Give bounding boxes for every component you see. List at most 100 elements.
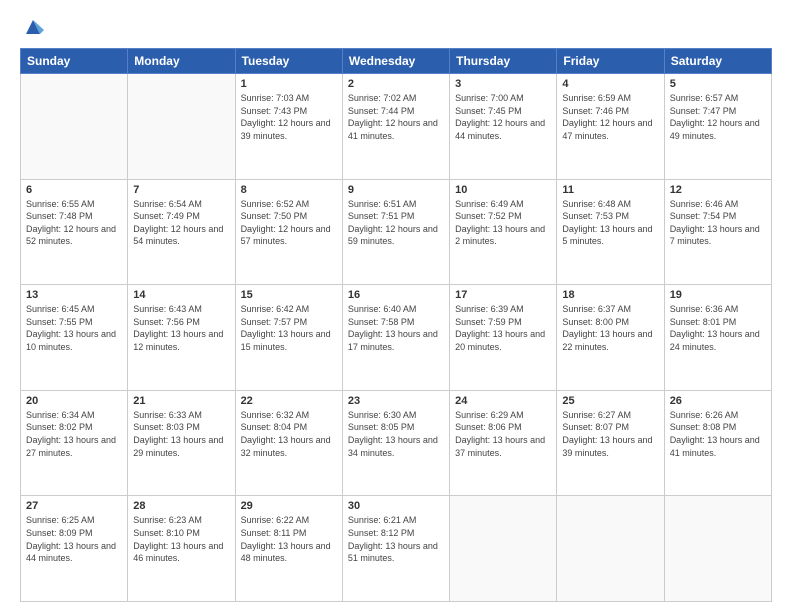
day-info: Sunrise: 7:00 AM Sunset: 7:45 PM Dayligh…	[455, 92, 551, 142]
day-info: Sunrise: 6:36 AM Sunset: 8:01 PM Dayligh…	[670, 303, 766, 353]
calendar-cell: 29 Sunrise: 6:22 AM Sunset: 8:11 PM Dayli…	[235, 496, 342, 602]
day-number: 24	[455, 395, 551, 407]
calendar-cell: 10 Sunrise: 6:49 AM Sunset: 7:52 PM Dayli…	[450, 179, 557, 285]
day-info: Sunrise: 6:52 AM Sunset: 7:50 PM Dayligh…	[241, 198, 337, 248]
calendar-table: SundayMondayTuesdayWednesdayThursdayFrid…	[20, 48, 772, 602]
calendar-week-row: 20 Sunrise: 6:34 AM Sunset: 8:02 PM Dayli…	[21, 390, 772, 496]
day-info: Sunrise: 6:29 AM Sunset: 8:06 PM Dayligh…	[455, 409, 551, 459]
calendar-cell	[450, 496, 557, 602]
day-info: Sunrise: 6:59 AM Sunset: 7:46 PM Dayligh…	[562, 92, 658, 142]
calendar-week-row: 6 Sunrise: 6:55 AM Sunset: 7:48 PM Daylig…	[21, 179, 772, 285]
header	[20, 16, 772, 38]
day-info: Sunrise: 6:51 AM Sunset: 7:51 PM Dayligh…	[348, 198, 444, 248]
calendar-cell: 12Sunrise: 6:46 AM Sunset: 7:54 PM Dayli…	[664, 179, 771, 285]
calendar-cell	[664, 496, 771, 602]
day-info: Sunrise: 6:25 AM Sunset: 8:09 PM Dayligh…	[26, 514, 122, 564]
logo	[20, 16, 44, 38]
calendar-cell: 13Sunrise: 6:45 AM Sunset: 7:55 PM Dayli…	[21, 285, 128, 391]
calendar-cell: 6 Sunrise: 6:55 AM Sunset: 7:48 PM Daylig…	[21, 179, 128, 285]
calendar-cell: 30 Sunrise: 6:21 AM Sunset: 8:12 PM Dayli…	[342, 496, 449, 602]
calendar-cell: 3 Sunrise: 7:00 AM Sunset: 7:45 PM Daylig…	[450, 74, 557, 180]
calendar-cell	[557, 496, 664, 602]
calendar-day-header: Wednesday	[342, 49, 449, 74]
calendar-cell: 17 Sunrise: 6:39 AM Sunset: 7:59 PM Dayli…	[450, 285, 557, 391]
day-info: Sunrise: 6:22 AM Sunset: 8:11 PM Dayligh…	[241, 514, 337, 564]
calendar-cell: 16Sunrise: 6:40 AM Sunset: 7:58 PM Dayli…	[342, 285, 449, 391]
calendar-cell: 19 Sunrise: 6:36 AM Sunset: 8:01 PM Dayli…	[664, 285, 771, 391]
day-number: 23	[348, 395, 444, 407]
day-info: Sunrise: 6:45 AM Sunset: 7:55 PM Dayligh…	[26, 303, 122, 353]
calendar-cell: 24 Sunrise: 6:29 AM Sunset: 8:06 PM Dayli…	[450, 390, 557, 496]
day-number: 11	[562, 184, 658, 196]
day-number: 27	[26, 500, 122, 512]
day-info: Sunrise: 6:48 AM Sunset: 7:53 PM Dayligh…	[562, 198, 658, 248]
calendar-cell: 21 Sunrise: 6:33 AM Sunset: 8:03 PM Dayli…	[128, 390, 235, 496]
calendar-cell: 11 Sunrise: 6:48 AM Sunset: 7:53 PM Dayli…	[557, 179, 664, 285]
day-number: 1	[241, 78, 337, 90]
day-info: Sunrise: 6:40 AM Sunset: 7:58 PM Dayligh…	[348, 303, 444, 353]
day-number: 8	[241, 184, 337, 196]
calendar-day-header: Thursday	[450, 49, 557, 74]
day-info: Sunrise: 6:32 AM Sunset: 8:04 PM Dayligh…	[241, 409, 337, 459]
calendar-week-row: 27 Sunrise: 6:25 AM Sunset: 8:09 PM Dayli…	[21, 496, 772, 602]
calendar-header-row: SundayMondayTuesdayWednesdayThursdayFrid…	[21, 49, 772, 74]
calendar-day-header: Tuesday	[235, 49, 342, 74]
day-number: 12	[670, 184, 766, 196]
calendar-cell	[128, 74, 235, 180]
day-number: 2	[348, 78, 444, 90]
calendar-cell: 1 Sunrise: 7:03 AM Sunset: 7:43 PM Daylig…	[235, 74, 342, 180]
day-info: Sunrise: 6:21 AM Sunset: 8:12 PM Dayligh…	[348, 514, 444, 564]
day-info: Sunrise: 6:54 AM Sunset: 7:49 PM Dayligh…	[133, 198, 229, 248]
day-number: 4	[562, 78, 658, 90]
day-info: Sunrise: 7:02 AM Sunset: 7:44 PM Dayligh…	[348, 92, 444, 142]
calendar-cell: 14Sunrise: 6:43 AM Sunset: 7:56 PM Dayli…	[128, 285, 235, 391]
calendar-cell: 27 Sunrise: 6:25 AM Sunset: 8:09 PM Dayli…	[21, 496, 128, 602]
day-info: Sunrise: 6:27 AM Sunset: 8:07 PM Dayligh…	[562, 409, 658, 459]
day-number: 3	[455, 78, 551, 90]
calendar-week-row: 1 Sunrise: 7:03 AM Sunset: 7:43 PM Daylig…	[21, 74, 772, 180]
day-number: 30	[348, 500, 444, 512]
day-info: Sunrise: 6:33 AM Sunset: 8:03 PM Dayligh…	[133, 409, 229, 459]
day-number: 7	[133, 184, 229, 196]
day-number: 26	[670, 395, 766, 407]
day-number: 17	[455, 289, 551, 301]
day-info: Sunrise: 6:39 AM Sunset: 7:59 PM Dayligh…	[455, 303, 551, 353]
day-number: 10	[455, 184, 551, 196]
calendar-day-header: Saturday	[664, 49, 771, 74]
calendar-cell: 9Sunrise: 6:51 AM Sunset: 7:51 PM Daylig…	[342, 179, 449, 285]
calendar-cell: 18 Sunrise: 6:37 AM Sunset: 8:00 PM Dayli…	[557, 285, 664, 391]
day-number: 25	[562, 395, 658, 407]
day-number: 5	[670, 78, 766, 90]
day-info: Sunrise: 6:49 AM Sunset: 7:52 PM Dayligh…	[455, 198, 551, 248]
day-info: Sunrise: 6:43 AM Sunset: 7:56 PM Dayligh…	[133, 303, 229, 353]
calendar-cell: 2 Sunrise: 7:02 AM Sunset: 7:44 PM Daylig…	[342, 74, 449, 180]
calendar-cell: 8 Sunrise: 6:52 AM Sunset: 7:50 PM Daylig…	[235, 179, 342, 285]
day-info: Sunrise: 6:57 AM Sunset: 7:47 PM Dayligh…	[670, 92, 766, 142]
calendar-cell: 22 Sunrise: 6:32 AM Sunset: 8:04 PM Dayli…	[235, 390, 342, 496]
day-number: 20	[26, 395, 122, 407]
day-number: 22	[241, 395, 337, 407]
day-info: Sunrise: 7:03 AM Sunset: 7:43 PM Dayligh…	[241, 92, 337, 142]
logo-icon	[22, 16, 44, 38]
day-info: Sunrise: 6:37 AM Sunset: 8:00 PM Dayligh…	[562, 303, 658, 353]
calendar-cell: 4 Sunrise: 6:59 AM Sunset: 7:46 PM Daylig…	[557, 74, 664, 180]
day-number: 19	[670, 289, 766, 301]
day-number: 21	[133, 395, 229, 407]
calendar-cell: 20 Sunrise: 6:34 AM Sunset: 8:02 PM Dayli…	[21, 390, 128, 496]
day-number: 29	[241, 500, 337, 512]
day-number: 15	[241, 289, 337, 301]
calendar-cell: 25 Sunrise: 6:27 AM Sunset: 8:07 PM Dayli…	[557, 390, 664, 496]
calendar-day-header: Monday	[128, 49, 235, 74]
calendar-cell: 5 Sunrise: 6:57 AM Sunset: 7:47 PM Daylig…	[664, 74, 771, 180]
calendar-week-row: 13Sunrise: 6:45 AM Sunset: 7:55 PM Dayli…	[21, 285, 772, 391]
calendar-cell: 26 Sunrise: 6:26 AM Sunset: 8:08 PM Dayli…	[664, 390, 771, 496]
day-number: 18	[562, 289, 658, 301]
calendar-cell: 15Sunrise: 6:42 AM Sunset: 7:57 PM Dayli…	[235, 285, 342, 391]
calendar-day-header: Sunday	[21, 49, 128, 74]
day-number: 6	[26, 184, 122, 196]
day-info: Sunrise: 6:26 AM Sunset: 8:08 PM Dayligh…	[670, 409, 766, 459]
page: SundayMondayTuesdayWednesdayThursdayFrid…	[0, 0, 792, 612]
day-info: Sunrise: 6:34 AM Sunset: 8:02 PM Dayligh…	[26, 409, 122, 459]
calendar-cell	[21, 74, 128, 180]
day-info: Sunrise: 6:55 AM Sunset: 7:48 PM Dayligh…	[26, 198, 122, 248]
